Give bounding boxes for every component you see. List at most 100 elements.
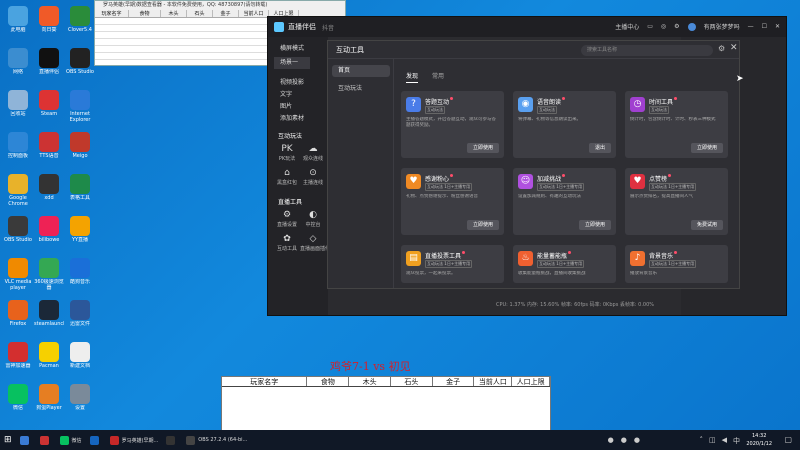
close-icon[interactable]: ✕ — [775, 23, 780, 30]
column-header[interactable]: 木头 — [161, 10, 187, 17]
volume-icon[interactable]: ◀ — [722, 436, 727, 446]
tool-button[interactable]: ☁ 观众连线 — [300, 143, 326, 167]
desktop-shortcut[interactable]: 狗蛋Player — [34, 384, 64, 417]
tool-card[interactable]: ♨ 能量蓄能瓶 互动玩法 1日+主播专用 收集能量瓶挑战，直播间收集挑战 — [513, 245, 616, 283]
tool-button[interactable]: ⊙ 主播连线 — [300, 167, 326, 191]
tool-card[interactable]: ♪ 背景音乐 互动玩法 1日+主播专用 播放背景音乐 — [625, 245, 728, 283]
minimize-icon[interactable]: — — [748, 23, 754, 30]
message-icon[interactable]: ▭ — [647, 23, 653, 30]
desktop-shortcut[interactable]: bilibowe — [34, 216, 64, 249]
tab-common[interactable]: 常用 — [432, 71, 444, 83]
nav-home[interactable]: 首页 — [332, 65, 390, 77]
column-header[interactable]: 当前人口 — [239, 10, 269, 17]
desktop-shortcut[interactable]: 新建文档 — [65, 342, 95, 375]
column-header[interactable]: 石头 — [187, 10, 213, 17]
desktop-shortcut[interactable]: Firefox — [3, 300, 33, 333]
tool-button[interactable]: ◇ 直播画面插件 — [300, 233, 330, 257]
start-button[interactable]: ⊞ — [0, 430, 16, 450]
tool-card[interactable]: ♥ 感谢粉心 互动玩法 1日+主播专用 礼物、点赞感谢提示、粉丝感谢语音 立即使用 — [401, 168, 504, 235]
settings-icon[interactable]: ⚙ — [674, 23, 679, 30]
streamer-center-link[interactable]: 主播中心 — [615, 22, 639, 31]
desktop-shortcut[interactable]: 直播伴侣 — [34, 48, 64, 81]
clock[interactable]: 14:32 2020/1/12 — [746, 432, 772, 448]
network-icon[interactable]: ◫ — [709, 436, 716, 446]
desktop-shortcut[interactable]: Clover5.4 — [65, 6, 95, 39]
tool-button[interactable]: PK PK玩法 — [274, 143, 300, 167]
desktop-shortcut[interactable]: Google Chrome — [3, 174, 33, 207]
tray-app-icon[interactable]: ● — [621, 436, 627, 444]
nav-interactive[interactable]: 互动玩法 — [332, 83, 390, 95]
tool-card-button[interactable]: 免费试用 — [690, 220, 723, 230]
source-video[interactable]: 视频投影 — [268, 77, 328, 89]
tool-search-input[interactable]: 搜索工具名称 — [581, 45, 713, 56]
desktop-shortcut[interactable]: OBS Studio — [3, 216, 33, 249]
tool-button[interactable]: ⌂ 黑盒红包 — [274, 167, 300, 191]
tool-card[interactable]: ? 答题互动 互动玩法 主播答题模式，开启答题互动，观众可参与答题获得奖励。 立即使用 — [401, 91, 504, 158]
desktop-shortcut[interactable]: 向日葵 — [34, 6, 64, 39]
tab-discover[interactable]: 发现 — [406, 71, 419, 83]
tool-card-button[interactable]: 立即使用 — [466, 220, 499, 230]
desktop-shortcut[interactable]: steamlauncher — [34, 300, 64, 333]
taskbar-app[interactable] — [162, 430, 182, 450]
column-header[interactable]: 玩家名字 — [95, 10, 129, 17]
tool-card-button[interactable]: 立即使用 — [578, 220, 611, 230]
desktop-shortcut[interactable]: 酷狗音乐 — [65, 258, 95, 291]
desktop-shortcut[interactable]: OBS Studio — [65, 48, 95, 81]
tool-button[interactable]: ⚙ 直播设置 — [274, 209, 300, 233]
avatar[interactable] — [687, 22, 696, 31]
desktop-shortcut[interactable]: 控制面板 — [3, 132, 33, 165]
tray-app-icon[interactable]: ● — [608, 436, 614, 444]
desktop-shortcut[interactable]: VLC media player — [3, 258, 33, 291]
taskbar-app[interactable] — [36, 430, 56, 450]
desktop-shortcut[interactable]: Pacman — [34, 342, 64, 375]
desktop-shortcut[interactable]: 网络 — [3, 48, 33, 81]
tray-app-icon[interactable]: ● — [634, 436, 640, 444]
desktop-shortcut[interactable]: Meigo — [65, 132, 95, 165]
desktop-shortcut[interactable]: 回收站 — [3, 90, 33, 123]
taskbar-app[interactable] — [86, 430, 106, 450]
tool-card[interactable]: ▤ 直播投票工具 互动玩法 1日+主播专用 观众投票，一起来投票。 — [401, 245, 504, 283]
source-image[interactable]: 图片 — [268, 101, 328, 113]
notification-icon[interactable]: ▢ — [784, 435, 792, 444]
taskbar-app[interactable]: OBS 27.2.4 (64-bi... — [182, 430, 251, 450]
taskbar-app[interactable] — [16, 430, 36, 450]
desktop-shortcut[interactable]: 迅雷文件 — [65, 300, 95, 333]
help-icon[interactable]: ◎ — [661, 23, 666, 30]
desktop-shortcut[interactable]: YY直播 — [65, 216, 95, 249]
mode-select[interactable]: 横屏模式 — [268, 43, 328, 55]
column-header[interactable]: 金子 — [213, 10, 239, 17]
maximize-icon[interactable]: ☐ — [762, 23, 767, 30]
tool-button[interactable]: ✿ 互动工具 — [274, 233, 300, 257]
desktop-shortcut[interactable]: 360极速浏览器 — [34, 258, 64, 291]
desktop-shortcut[interactable]: 表格工具 — [65, 174, 95, 207]
desktop-shortcut[interactable]: 此电脑 — [3, 6, 33, 39]
taskbar-app-icon — [186, 435, 196, 445]
desktop-shortcut[interactable]: 微信 — [3, 384, 33, 417]
add-source-button[interactable]: 添加素材 — [268, 113, 328, 125]
user-name[interactable]: 有两张梦梦吗 — [704, 22, 740, 31]
source-text[interactable]: 文字 — [268, 89, 328, 101]
tool-card[interactable]: ♥ 点赞榜 互动玩法 1日+主播专用 展示点赞排名，提高直播间人气 免费试用 — [625, 168, 728, 235]
taskbar-app[interactable]: 微信 — [56, 430, 86, 450]
chevron-up-icon[interactable]: ˄ — [699, 436, 703, 446]
dialog-close-icon[interactable]: ✕ — [730, 43, 738, 53]
tool-card-button[interactable]: 退出 — [588, 143, 611, 153]
tool-card[interactable]: ◉ 语音朗读 互动玩法 将弹幕、礼物等信息朗读出来。 退出 — [513, 91, 616, 158]
interactive-tools-dialog[interactable]: 互动工具 搜索工具名称 ⚙ ✕ 首页 互动玩法 发现 常用 ? 答题互动 互动玩法主… — [327, 40, 740, 289]
tool-card[interactable]: ◷ 时间工具 互动玩法 倒计时，包含倒计时、计时、秒表三种模式 立即使用 — [625, 91, 728, 158]
scene-tab[interactable]: 场景一 — [274, 57, 310, 69]
input-method-icon[interactable]: 中 — [733, 436, 740, 446]
tool-button[interactable]: ◐ 中控台 — [300, 209, 326, 233]
desktop-shortcut[interactable]: TTS语音 — [34, 132, 64, 165]
tool-card[interactable]: ☺ 加减挑战 互动玩法 1日+主播专用 设置加减规则、有趣的互动玩法 立即使用 — [513, 168, 616, 235]
taskbar-app[interactable]: 罗马英雄(早期... — [106, 430, 163, 450]
desktop-shortcut[interactable]: 设置 — [65, 384, 95, 417]
tool-card-button[interactable]: 立即使用 — [690, 143, 723, 153]
tool-card-button[interactable]: 立即使用 — [466, 143, 499, 153]
dialog-settings-icon[interactable]: ⚙ — [718, 44, 725, 53]
column-header[interactable]: 食物 — [129, 10, 161, 17]
desktop-shortcut[interactable]: Steam — [34, 90, 64, 123]
desktop-shortcut[interactable]: xdd — [34, 174, 64, 207]
desktop-shortcut[interactable]: Internet Explorer — [65, 90, 95, 123]
desktop-shortcut[interactable]: 雷神加速器 — [3, 342, 33, 375]
